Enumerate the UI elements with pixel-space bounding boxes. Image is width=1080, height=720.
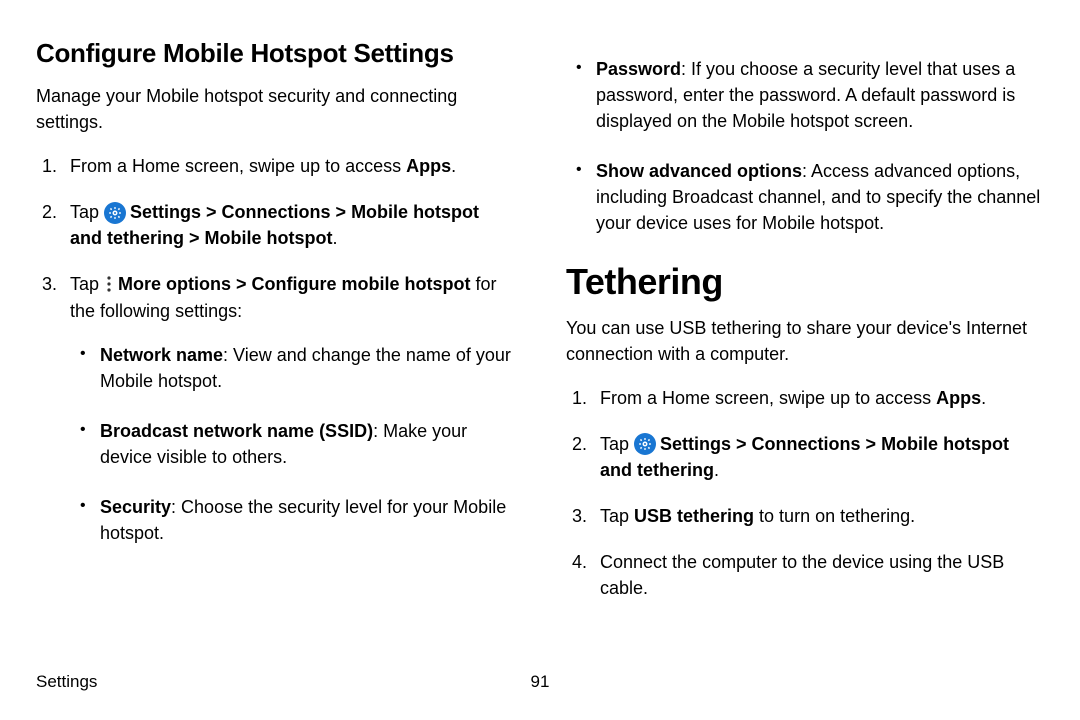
- apps-label: Apps: [406, 156, 451, 176]
- configure-steps: From a Home screen, swipe up to access A…: [36, 153, 514, 546]
- step-text: Tap: [600, 434, 634, 454]
- tethering-heading: Tethering: [566, 261, 1044, 303]
- step-text: From a Home screen, swipe up to access: [600, 388, 936, 408]
- page-footer: Settings 91: [36, 672, 1044, 692]
- step-text: .: [714, 460, 719, 480]
- configure-step-3: Tap More options > Configure mobile hots…: [36, 271, 514, 546]
- step-text: .: [451, 156, 456, 176]
- step-text: to turn on tethering.: [754, 506, 915, 526]
- tethering-step-3: Tap USB tethering to turn on tethering.: [566, 503, 1044, 529]
- left-column: Configure Mobile Hotspot Settings Manage…: [36, 38, 514, 621]
- configure-step-2: Tap Settings > Connections > Mobile hots…: [36, 199, 514, 251]
- settings-gear-icon: [104, 202, 126, 224]
- bullet-advanced-options: Show advanced options: Access advanced o…: [566, 158, 1044, 236]
- bullet-security: Security: Choose the security level for …: [70, 494, 514, 546]
- settings-path: Settings > Connections > Mobile hotspot …: [600, 434, 1009, 480]
- bullet-label: Network name: [100, 345, 223, 365]
- footer-page-number: 91: [531, 672, 550, 692]
- settings-gear-icon: [634, 433, 656, 455]
- configure-hotspot-heading: Configure Mobile Hotspot Settings: [36, 38, 514, 69]
- step-text: Tap: [70, 202, 104, 222]
- tethering-step-2: Tap Settings > Connections > Mobile hots…: [566, 431, 1044, 483]
- bullet-network-name: Network name: View and change the name o…: [70, 342, 514, 394]
- footer-section-label: Settings: [36, 672, 97, 692]
- configure-bullets-continued: Password: If you choose a security level…: [566, 56, 1044, 237]
- step-text: Tap: [70, 274, 104, 294]
- tethering-steps: From a Home screen, swipe up to access A…: [566, 385, 1044, 602]
- configure-bullets: Network name: View and change the name o…: [70, 342, 514, 547]
- configure-step-1: From a Home screen, swipe up to access A…: [36, 153, 514, 179]
- configure-intro: Manage your Mobile hotspot security and …: [36, 83, 514, 135]
- more-options-path: More options > Configure mobile hotspot: [118, 274, 471, 294]
- bullet-label: Password: [596, 59, 681, 79]
- bullet-password: Password: If you choose a security level…: [566, 56, 1044, 134]
- apps-label: Apps: [936, 388, 981, 408]
- bullet-label: Show advanced options: [596, 161, 802, 181]
- bullet-broadcast-ssid: Broadcast network name (SSID): Make your…: [70, 418, 514, 470]
- right-column: Password: If you choose a security level…: [566, 38, 1044, 621]
- step-text: From a Home screen, swipe up to access: [70, 156, 406, 176]
- tethering-intro: You can use USB tethering to share your …: [566, 315, 1044, 367]
- tethering-step-1: From a Home screen, swipe up to access A…: [566, 385, 1044, 411]
- step-text: .: [333, 228, 338, 248]
- more-options-icon: [104, 275, 114, 293]
- step-text: .: [981, 388, 986, 408]
- bullet-label: Broadcast network name (SSID): [100, 421, 373, 441]
- bullet-label: Security: [100, 497, 171, 517]
- tethering-step-4: Connect the computer to the device using…: [566, 549, 1044, 601]
- usb-tethering-label: USB tethering: [634, 506, 754, 526]
- step-text: Tap: [600, 506, 634, 526]
- settings-path: Settings > Connections > Mobile hotspot …: [70, 202, 479, 248]
